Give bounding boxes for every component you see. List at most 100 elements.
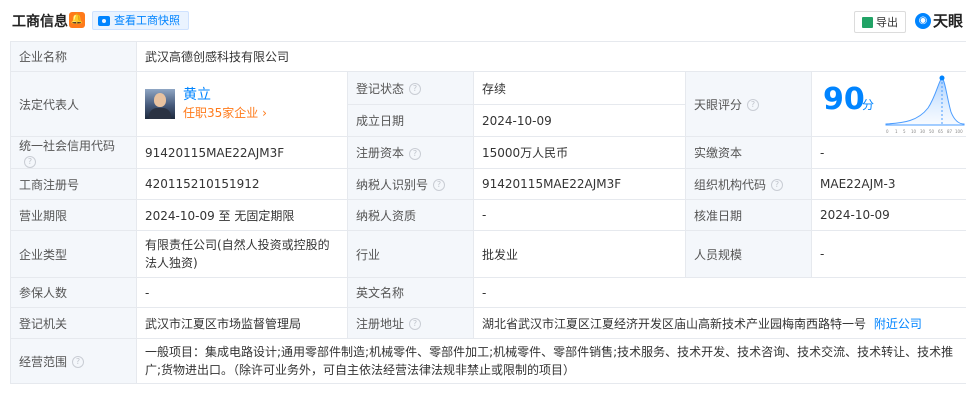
table-row: 统一社会信用代码? 91420115MAE22AJM3F 注册资本? 15000… [10,136,966,169]
industry-label: 行业 [347,230,474,278]
reg-status-value: 存续 [473,71,686,105]
biz-reg-no-label: 工商注册号 [10,168,137,200]
score-value: 90 [823,82,865,117]
company-type-value: 有限责任公司(自然人投资或控股的法人独资) [136,230,348,278]
brand-label: 天眼 [933,12,964,30]
section-title: 工商信息 [12,14,68,30]
table-row: 登记机关 武汉市江夏区市场监督管理局 注册地址? 湖北省武汉市江夏区江夏经济开发… [10,307,966,339]
score-label-cell: 天眼评分? [685,71,812,137]
approval-date-value: 2024-10-09 [811,199,966,231]
axis-tick: 30 [920,129,926,134]
term-value: 2024-10-09 至 无固定期限 [136,199,348,231]
export-button[interactable]: 导出 [854,11,906,33]
credit-code-value: 91420115MAE22AJM3F [136,136,348,169]
export-label: 导出 [876,16,898,29]
taxpayer-qual-value: - [473,199,686,231]
table-row: 法定代表人 黄立 任职35家企业 › 登记状态? 存续 天眼评分? 90 分 0… [10,71,966,137]
score-label: 天眼评分 [694,97,743,112]
established-value: 2024-10-09 [473,104,686,137]
taxpayer-qual-label: 纳税人资质 [347,199,474,231]
help-icon[interactable]: ? [72,356,85,368]
reg-address-cell: 湖北省武汉市江夏区江夏经济开发区庙山高新技术产业园梅南西路特一号 附近公司 [473,307,966,339]
axis-tick: 0 [886,129,889,134]
reg-capital-label-cell: 注册资本? [347,136,474,169]
excel-icon [862,16,873,28]
insured-value: - [136,277,348,308]
axis-tick: 87 [947,129,953,134]
company-type-label: 企业类型 [10,230,137,278]
reg-status-label: 登记状态 [356,81,405,96]
score-cell[interactable]: 90 分 0 1 5 10 30 50 65 87 100 [811,71,966,137]
credit-code-label-cell: 统一社会信用代码? [10,136,137,169]
view-snapshot-button[interactable]: 查看工商快照 [92,11,189,30]
help-icon[interactable]: ? [433,179,446,191]
score-widget[interactable]: 90 分 0 1 5 10 30 50 65 87 100 [812,72,966,136]
axis-tick: 50 [929,129,935,134]
staff-size-value: - [811,230,966,278]
paid-capital-value: - [811,136,966,169]
reg-status-label-cell: 登记状态? [347,71,474,105]
axis-tick: 10 [911,129,917,134]
help-icon[interactable]: ? [24,155,36,168]
help-icon[interactable]: ? [409,83,422,95]
biz-scope-label-cell: 经营范围? [10,338,137,384]
help-icon[interactable]: ? [409,318,422,330]
legal-rep-name[interactable]: 黄立 [183,86,267,104]
view-snapshot-label: 查看工商快照 [114,14,180,27]
help-icon[interactable]: ? [409,147,422,160]
industry-value: 批发业 [473,230,686,278]
company-name-value: 武汉高德创感科技有限公司 [136,41,966,72]
bell-icon[interactable]: 🔔 [69,12,85,28]
table-row: 企业类型 有限责任公司(自然人投资或控股的法人独资) 行业 批发业 人员规模 - [10,230,966,278]
established-label: 成立日期 [347,104,474,137]
table-row: 企业名称 武汉高德创感科技有限公司 [10,41,966,72]
staff-size-label: 人员规模 [685,230,812,278]
nearby-companies-link[interactable]: 附近公司 [874,317,922,331]
avatar[interactable] [145,89,175,119]
reg-address-value: 湖北省武汉市江夏区江夏经济开发区庙山高新技术产业园梅南西路特一号 [482,316,867,331]
axis-tick: 100 [955,129,963,134]
score-distribution-chart: 0 1 5 10 30 50 65 87 100 [885,75,965,134]
term-label: 营业期限 [10,199,137,231]
axis-tick: 1 [895,129,898,134]
org-code-label-cell: 组织机构代码? [685,168,812,200]
help-icon[interactable]: ? [747,99,760,111]
business-info-table: 企业名称 武汉高德创感科技有限公司 法定代表人 黄立 任职35家企业 › 登记状… [10,41,966,384]
help-icon[interactable]: ? [771,179,784,191]
biz-scope-value: 一般项目：集成电路设计;通用零部件制造;机械零件、零部件加工;机械零件、零部件销… [136,338,966,384]
approval-date-label: 核准日期 [685,199,812,231]
axis-tick: 65 [938,129,944,134]
table-row: 营业期限 2024-10-09 至 无固定期限 纳税人资质 - 核准日期 202… [10,199,966,231]
legal-rep-label: 法定代表人 [10,71,137,137]
org-code-value: MAE22AJM-3 [811,168,966,200]
company-name-label: 企业名称 [10,41,137,72]
reg-address-label: 注册地址 [356,316,405,331]
reg-capital-label: 注册资本 [356,146,405,160]
biz-reg-no-value: 420115210151912 [136,168,348,200]
org-code-label: 组织机构代码 [694,177,767,192]
taxpayer-id-label: 纳税人识别号 [356,177,429,192]
table-row: 参保人数 - 英文名称 - [10,277,966,308]
english-name-label: 英文名称 [347,277,474,308]
insured-label: 参保人数 [10,277,137,308]
score-unit: 分 [862,98,875,112]
credit-code-label: 统一社会信用代码 [19,139,116,153]
axis-tick: 5 [903,129,906,134]
reg-authority-label: 登记机关 [10,307,137,339]
tianyan-logo-icon: ◉ [915,12,931,29]
legal-rep-positions-link[interactable]: 任职35家企业 › [183,104,267,122]
camera-icon [98,15,110,26]
biz-scope-label: 经营范围 [19,354,68,369]
table-row: 工商注册号 420115210151912 纳税人识别号? 91420115MA… [10,168,966,200]
taxpayer-id-label-cell: 纳税人识别号? [347,168,474,200]
legal-rep-cell: 黄立 任职35家企业 › [136,71,348,137]
english-name-value: - [473,277,966,308]
reg-address-label-cell: 注册地址? [347,307,474,339]
section-header: 工商信息 🔔 查看工商快照 导出 ◉ 天眼 [0,0,966,40]
paid-capital-label: 实缴资本 [685,136,812,169]
reg-capital-value: 15000万人民币 [473,136,686,169]
reg-authority-value: 武汉市江夏区市场监督管理局 [136,307,348,339]
brand-logo: ◉ 天眼 [915,10,963,31]
taxpayer-id-value: 91420115MAE22AJM3F [473,168,686,200]
table-row: 经营范围? 一般项目：集成电路设计;通用零部件制造;机械零件、零部件加工;机械零… [10,338,966,384]
